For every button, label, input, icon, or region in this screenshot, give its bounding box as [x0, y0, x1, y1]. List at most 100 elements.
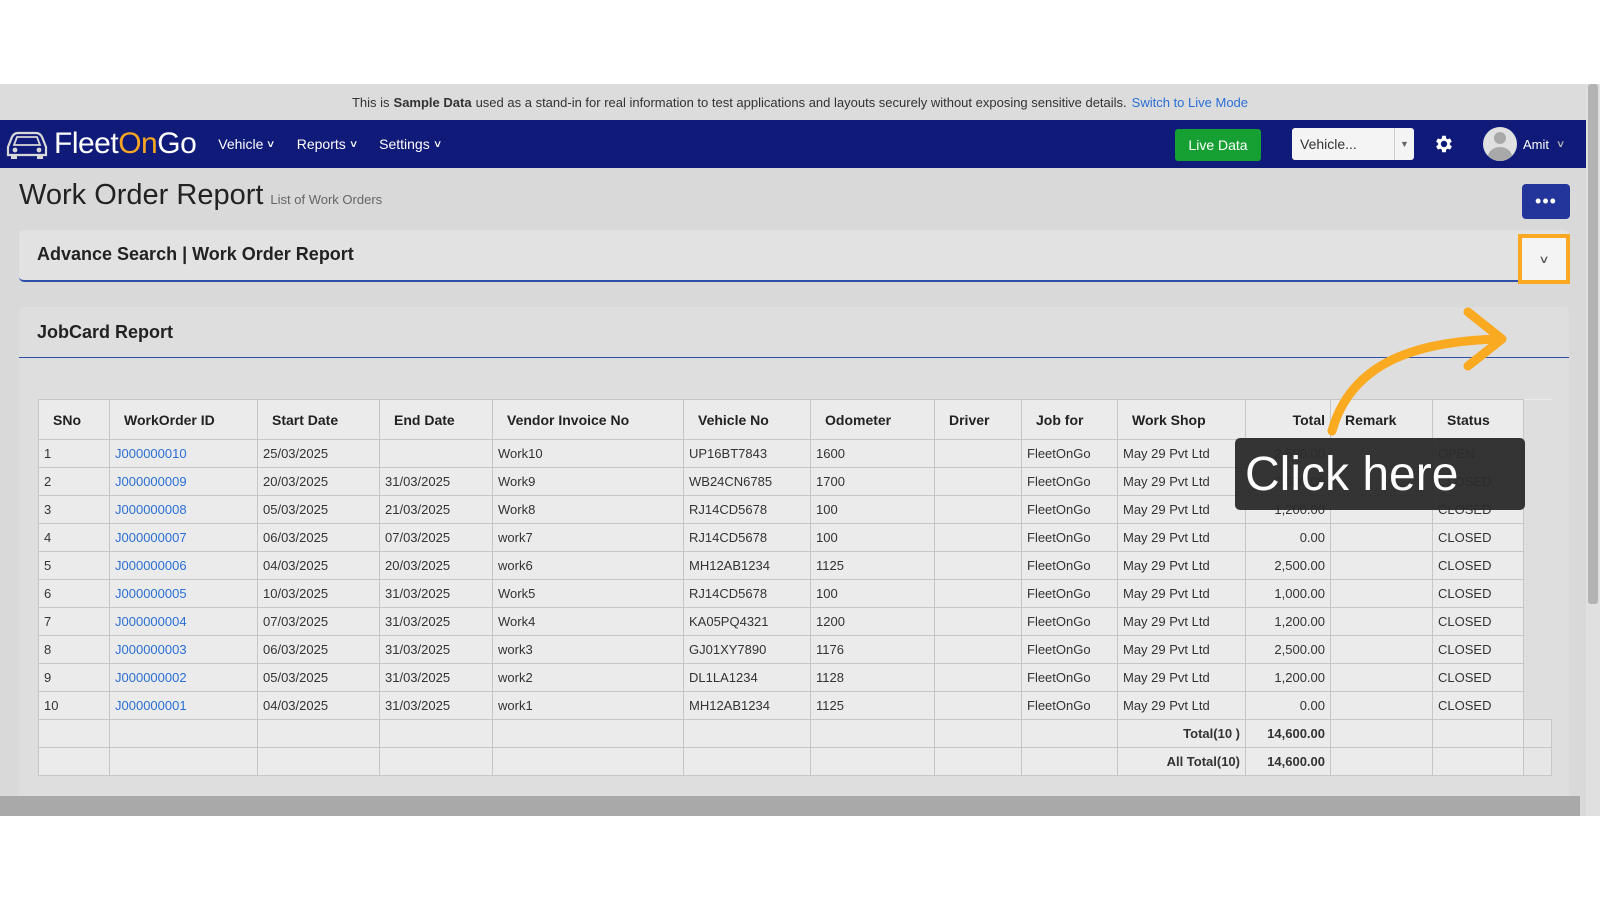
col-end-date[interactable]: End Date — [379, 399, 493, 440]
cell-end-date: 20/03/2025 — [379, 551, 493, 580]
app-frame: This is Sample Data used as a stand-in f… — [0, 84, 1600, 816]
more-options-button[interactable]: ••• — [1522, 184, 1570, 219]
col-driver[interactable]: Driver — [934, 399, 1022, 440]
cell-workorder-id[interactable]: J000000001 — [109, 691, 258, 720]
cell-start-date: 05/03/2025 — [257, 663, 380, 692]
sample-data-banner: This is Sample Data used as a stand-in f… — [0, 84, 1600, 120]
cell-workorder-id[interactable]: J000000009 — [109, 467, 258, 496]
cell-remark — [1330, 523, 1433, 552]
cell-odometer: 1128 — [810, 663, 935, 692]
cell-work-shop: May 29 Pvt Ltd — [1117, 523, 1246, 552]
cell-job-for: FleetOnGo — [1021, 635, 1118, 664]
cell-status: CLOSED — [1432, 607, 1524, 636]
col-vehicle-no[interactable]: Vehicle No — [683, 399, 811, 440]
user-name: Amit — [1523, 136, 1549, 152]
empty-cell — [257, 719, 380, 748]
live-data-button[interactable]: Live Data — [1175, 129, 1261, 161]
table-row: 6 J000000005 10/03/2025 31/03/2025 Work5 RJ14… — [38, 579, 1552, 608]
switch-live-mode-link[interactable]: Switch to Live Mode — [1132, 95, 1248, 110]
total-row: Total(10 ) 14,600.00 — [38, 719, 1552, 748]
empty-cell — [1432, 719, 1524, 748]
cell-job-for: FleetOnGo — [1021, 691, 1118, 720]
logo-fleet: Fleet — [54, 127, 119, 160]
cell-work-shop: May 29 Pvt Ltd — [1117, 439, 1246, 468]
horizontal-scrollbar[interactable] — [0, 796, 1580, 816]
empty-cell — [934, 719, 1022, 748]
table-row: 7 J000000004 07/03/2025 31/03/2025 Work4 KA05… — [38, 607, 1552, 636]
cell-vehicle-no: DL1LA1234 — [683, 663, 811, 692]
menu-reports[interactable]: Reports ∨ — [297, 136, 358, 152]
empty-cell — [38, 747, 110, 776]
cell-workorder-id[interactable]: J000000006 — [109, 551, 258, 580]
col-total[interactable]: Total — [1245, 399, 1331, 440]
cell-job-for: FleetOnGo — [1021, 607, 1118, 636]
col-start-date[interactable]: Start Date — [257, 399, 380, 440]
cell-workorder-id[interactable]: J000000002 — [109, 663, 258, 692]
cell-sno: 4 — [38, 523, 110, 552]
cell-total: 1,000.00 — [1245, 579, 1331, 608]
gear-icon[interactable] — [1433, 133, 1455, 160]
cell-odometer: 1700 — [810, 467, 935, 496]
menu-settings[interactable]: Settings ∨ — [379, 136, 442, 152]
cell-end-date — [379, 439, 493, 468]
vertical-scrollbar[interactable] — [1586, 84, 1600, 816]
cell-workorder-id[interactable]: J000000004 — [109, 607, 258, 636]
col-job-for[interactable]: Job for — [1021, 399, 1118, 440]
col-workorder-id[interactable]: WorkOrder ID — [109, 399, 258, 440]
cell-odometer: 1600 — [810, 439, 935, 468]
cell-end-date: 31/03/2025 — [379, 663, 493, 692]
empty-cell — [934, 747, 1022, 776]
cell-status: CLOSED — [1432, 691, 1524, 720]
cell-remark — [1330, 691, 1433, 720]
table-row: 5 J000000006 04/03/2025 20/03/2025 work6 MH12… — [38, 551, 1552, 580]
cell-work-shop: May 29 Pvt Ltd — [1117, 663, 1246, 692]
advance-search-expand-button[interactable]: ∨ — [1518, 234, 1570, 284]
cell-work-shop: May 29 Pvt Ltd — [1117, 691, 1246, 720]
empty-cell — [1330, 747, 1433, 776]
banner-bold: Sample Data — [393, 94, 472, 110]
page-header: Work Order Report List of Work Orders — [19, 179, 382, 212]
cell-driver — [934, 691, 1022, 720]
total-label: Total(10 ) — [1117, 719, 1246, 748]
cell-work-shop: May 29 Pvt Ltd — [1117, 579, 1246, 608]
menu-vehicle-label: Vehicle — [218, 136, 264, 152]
cell-work-shop: May 29 Pvt Ltd — [1117, 551, 1246, 580]
cell-sno: 6 — [38, 579, 110, 608]
cell-total: 2,500.00 — [1245, 551, 1331, 580]
spacer-cell — [1523, 495, 1552, 524]
cell-workorder-id[interactable]: J000000010 — [109, 439, 258, 468]
cell-workorder-id[interactable]: J000000003 — [109, 635, 258, 664]
cell-vehicle-no: RJ14CD5678 — [683, 495, 811, 524]
user-menu[interactable]: Amit ∨ — [1483, 127, 1565, 161]
click-here-callout: Click here — [1235, 438, 1525, 510]
top-navbar: FleetOnGo Vehicle ∨ Reports ∨ Settings ∨ Li… — [0, 120, 1600, 168]
col-vendor-invoice[interactable]: Vendor Invoice No — [492, 399, 684, 440]
cell-vehicle-no: GJ01XY7890 — [683, 635, 811, 664]
empty-cell — [109, 719, 258, 748]
col-work-shop[interactable]: Work Shop — [1117, 399, 1246, 440]
cell-work-shop: May 29 Pvt Ltd — [1117, 495, 1246, 524]
cell-remark — [1330, 635, 1433, 664]
cell-remark — [1330, 663, 1433, 692]
cell-start-date: 04/03/2025 — [257, 551, 380, 580]
cell-end-date: 31/03/2025 — [379, 607, 493, 636]
all-total-row: All Total(10) 14,600.00 — [38, 747, 1552, 776]
col-odometer[interactable]: Odometer — [810, 399, 935, 440]
cell-workorder-id[interactable]: J000000005 — [109, 579, 258, 608]
scrollbar-thumb[interactable] — [1588, 84, 1598, 604]
logo[interactable]: FleetOnGo — [4, 127, 197, 161]
cell-workorder-id[interactable]: J000000008 — [109, 495, 258, 524]
cell-sno: 9 — [38, 663, 110, 692]
col-sno[interactable]: SNo — [38, 399, 110, 440]
spacer-cell — [1523, 439, 1552, 468]
cell-sno: 7 — [38, 607, 110, 636]
cell-vendor-invoice: work6 — [492, 551, 684, 580]
vehicle-select[interactable]: Vehicle... ▼ — [1292, 128, 1414, 160]
jobcard-title: JobCard Report — [37, 322, 174, 342]
empty-cell — [38, 719, 110, 748]
logo-text: FleetOnGo — [54, 127, 197, 161]
cell-workorder-id[interactable]: J000000007 — [109, 523, 258, 552]
menu-vehicle[interactable]: Vehicle ∨ — [218, 136, 276, 152]
cell-job-for: FleetOnGo — [1021, 579, 1118, 608]
logo-on: On — [118, 127, 158, 160]
